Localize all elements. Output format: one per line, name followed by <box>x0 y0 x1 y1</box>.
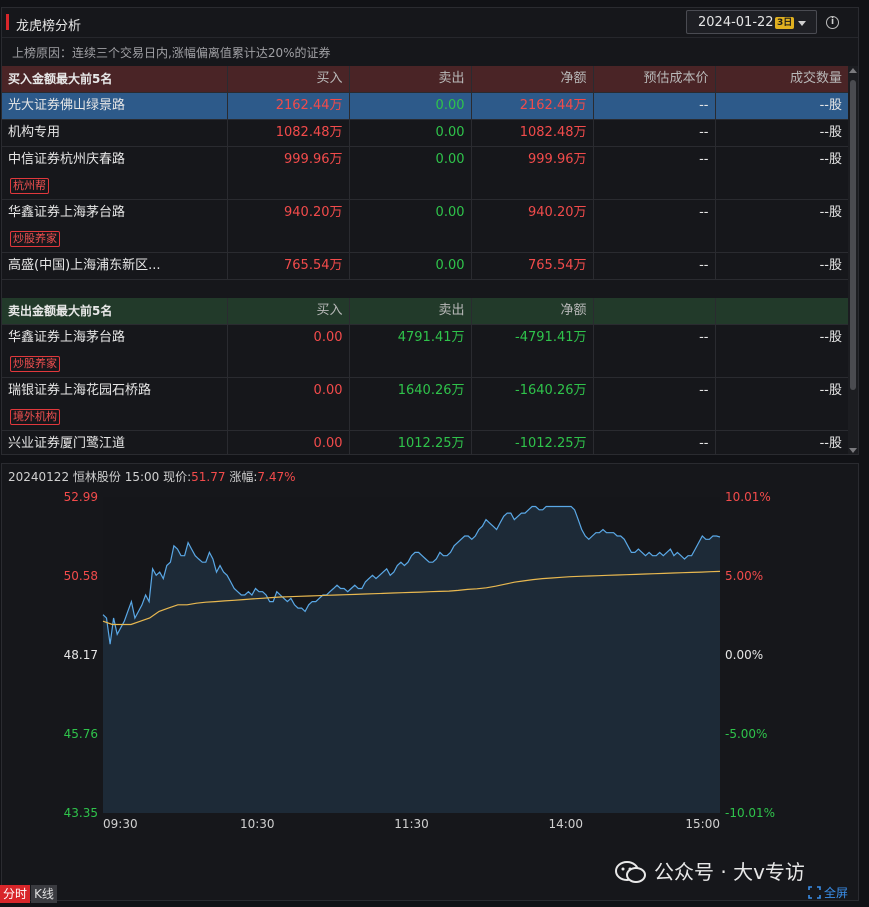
y-right-tick-label: -10.01% <box>725 806 775 820</box>
intraday-chart[interactable]: 52.99 50.58 48.17 45.76 43.35 10.01% 5.00% 0.00… <box>0 0 869 907</box>
x-tick-label: 15:00 <box>685 817 720 831</box>
tab-intraday[interactable]: 分时 <box>0 885 30 903</box>
x-tick-label: 11:30 <box>394 817 429 831</box>
tab-kline[interactable]: K线 <box>31 885 57 903</box>
y-left-tick-label: 43.35 <box>64 806 98 820</box>
y-left-tick-label: 50.58 <box>64 569 98 583</box>
x-tick-label: 09:30 <box>103 817 138 831</box>
y-left-tick-label: 52.99 <box>64 490 98 504</box>
x-tick-label: 14:00 <box>548 817 583 831</box>
wechat-icon <box>615 861 646 883</box>
fullscreen-icon <box>808 886 821 899</box>
y-right-tick-label: 0.00% <box>725 648 763 662</box>
y-right-tick-label: 10.01% <box>725 490 771 504</box>
watermark-text: 公众号 · 大v专访 <box>654 860 805 884</box>
bottom-bar: 分时 K线 <box>0 883 869 907</box>
x-tick-label: 10:30 <box>240 817 275 831</box>
y-right-tick-label: 5.00% <box>725 569 763 583</box>
y-right-tick-label: -5.00% <box>725 727 767 741</box>
y-left-tick-label: 45.76 <box>64 727 98 741</box>
fullscreen-label: 全屏 <box>824 886 849 900</box>
y-left-tick-label: 48.17 <box>64 648 98 662</box>
